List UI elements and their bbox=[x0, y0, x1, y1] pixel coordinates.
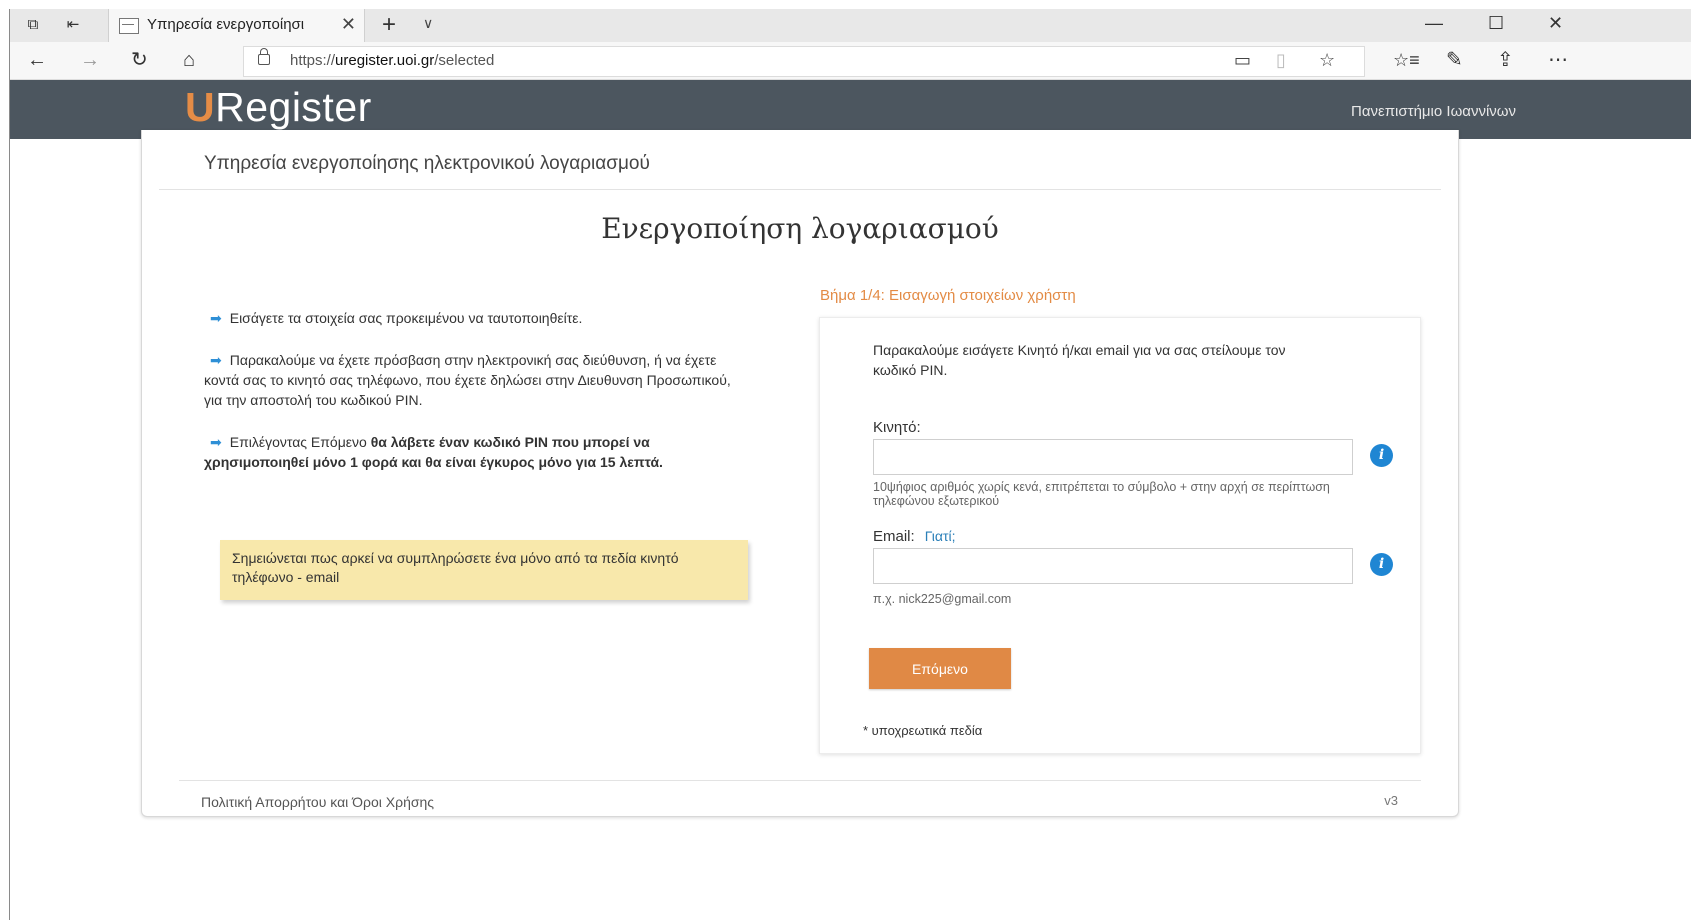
tab-restore-icon[interactable]: ⇤ bbox=[62, 15, 84, 35]
browser-tab[interactable]: Υπηρεσία ενεργοποίησι ✕ bbox=[108, 9, 365, 42]
required-note: * υποχρεωτικά πεδία bbox=[863, 723, 983, 738]
why-link[interactable]: Γιατί; bbox=[925, 528, 956, 544]
version-label: v3 bbox=[1384, 793, 1398, 808]
refresh-icon[interactable]: ↻ bbox=[131, 49, 148, 71]
forward-icon[interactable]: → bbox=[80, 49, 100, 71]
arrow-right-icon: ➡ bbox=[210, 310, 222, 326]
mobile-info-icon[interactable]: i bbox=[1370, 444, 1393, 467]
instruction-2: ➡ Παρακαλούμε να έχετε πρόσβαση στην ηλεκ… bbox=[204, 352, 731, 408]
email-label-row: Email: Γιατί; bbox=[873, 528, 956, 545]
page-title: Ενεργοποίηση λογαριασμού bbox=[601, 212, 999, 245]
minimize-icon[interactable]: — bbox=[1425, 13, 1443, 34]
email-hint: π.χ. nick225@gmail.com bbox=[873, 592, 1012, 606]
arrow-right-icon: ➡ bbox=[210, 352, 222, 368]
book-icon[interactable]: ▯ bbox=[1276, 50, 1286, 71]
tab-title: Υπηρεσία ενεργοποίησι bbox=[147, 16, 305, 33]
email-input[interactable] bbox=[873, 548, 1353, 584]
share-icon[interactable]: ⇪ bbox=[1497, 49, 1514, 71]
divider bbox=[159, 189, 1441, 190]
address-bar[interactable]: https://uregister.uoi.gr/selected ▭ ▯ ☆ bbox=[243, 46, 1365, 77]
back-icon[interactable]: ← bbox=[27, 49, 47, 71]
university-name: Πανεπιστήμιο Ιωαννίνων bbox=[1351, 103, 1516, 120]
mobile-hint: 10ψήφιος αριθμός χωρίς κενά, επιτρέπεται… bbox=[873, 480, 1330, 508]
lock-icon bbox=[258, 48, 270, 65]
url-text[interactable]: https://uregister.uoi.gr/selected bbox=[290, 52, 494, 69]
reading-view-icon[interactable]: ▭ bbox=[1234, 50, 1251, 71]
favorites-list-icon[interactable]: ☆≡ bbox=[1393, 49, 1420, 71]
new-tab-icon[interactable]: + bbox=[382, 11, 396, 39]
step-title: Βήμα 1/4: Εισαγωγή στοιχείων χρήστη bbox=[820, 287, 1076, 304]
note-box: Σημειώνεται πως αρκεί να συμπληρώσετε έν… bbox=[220, 540, 748, 600]
email-label: Email: bbox=[873, 528, 915, 545]
home-icon[interactable]: ⌂ bbox=[183, 49, 195, 71]
instructions: ➡ Εισάγετε τα στοιχεία σας προκειμένου να… bbox=[204, 308, 744, 494]
browser-window: ⧉ ⇤ Υπηρεσία ενεργοποίησι ✕ + ∨ — ☐ ✕ ← … bbox=[9, 9, 1691, 920]
form-intro: Παρακαλούμε εισάγετε Κινητό ή/και email … bbox=[873, 342, 1286, 378]
tab-list-icon[interactable]: ∨ bbox=[423, 15, 433, 32]
footer-divider bbox=[179, 780, 1421, 781]
mobile-input[interactable] bbox=[873, 439, 1353, 475]
pen-icon[interactable]: ✎ bbox=[1446, 49, 1463, 71]
email-info-icon[interactable]: i bbox=[1370, 553, 1393, 576]
favicon-icon bbox=[119, 18, 139, 34]
instruction-3: ➡ Επιλέγοντας Επόμενο θα λάβετε έναν κωδι… bbox=[204, 434, 663, 470]
privacy-link[interactable]: Πολιτική Απορρήτου και Όροι Χρήσης bbox=[201, 794, 434, 810]
more-icon[interactable]: ⋯ bbox=[1548, 49, 1568, 71]
mobile-label: Κινητό: bbox=[873, 419, 921, 436]
maximize-icon[interactable]: ☐ bbox=[1488, 13, 1504, 34]
user-form: Παρακαλούμε εισάγετε Κινητό ή/και email … bbox=[819, 317, 1421, 754]
close-window-icon[interactable]: ✕ bbox=[1548, 13, 1563, 34]
navigation-bar: ← → ↻ ⌂ https://uregister.uoi.gr/selecte… bbox=[10, 42, 1691, 80]
tab-bar: ⧉ ⇤ Υπηρεσία ενεργοποίησι ✕ + ∨ — ☐ ✕ bbox=[10, 9, 1691, 42]
arrow-right-icon: ➡ bbox=[210, 434, 222, 450]
service-subtitle: Υπηρεσία ενεργοποίησης ηλεκτρονικού λογα… bbox=[204, 153, 650, 174]
next-button[interactable]: Επόμενο bbox=[869, 648, 1011, 689]
favorite-star-icon[interactable]: ☆ bbox=[1319, 50, 1335, 71]
uregister-logo[interactable]: URegister bbox=[185, 84, 372, 131]
instruction-1: ➡ Εισάγετε τα στοιχεία σας προκειμένου να… bbox=[210, 310, 583, 326]
main-card: Υπηρεσία ενεργοποίησης ηλεκτρονικού λογα… bbox=[141, 130, 1459, 817]
close-tab-icon[interactable]: ✕ bbox=[341, 14, 356, 35]
tab-set-aside-icon[interactable]: ⧉ bbox=[22, 15, 44, 35]
